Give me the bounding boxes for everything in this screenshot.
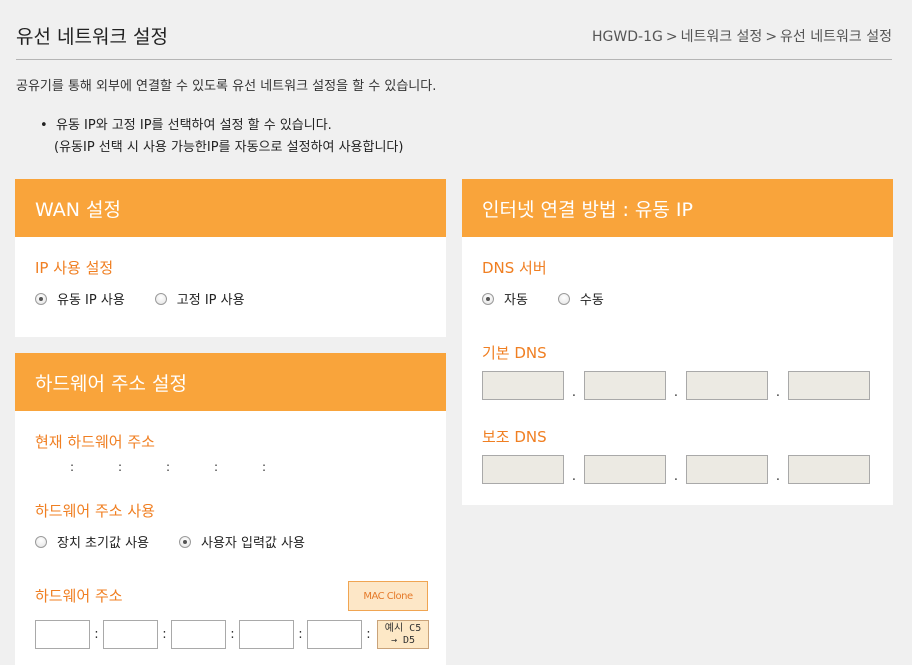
hw-address-input-row: : : : : : 예시 C5 → D5: [35, 620, 429, 649]
dns-dot: .: [673, 469, 679, 484]
primary-dns-octet-input[interactable]: [584, 371, 666, 400]
title-divider: [16, 59, 892, 60]
internet-panel-header: 인터넷 연결 방법 : 유동 IP: [462, 179, 893, 237]
intro-text: 공유기를 통해 외부에 연결할 수 있도록 유선 네트워크 설정을 할 수 있습…: [16, 79, 437, 94]
breadcrumb-item[interactable]: 네트워크 설정: [681, 29, 763, 45]
mac-sep: :: [69, 460, 75, 474]
breadcrumb-sep: >: [665, 29, 678, 45]
dns-dot: .: [775, 385, 781, 400]
static-ip-radio[interactable]: [154, 292, 167, 305]
example-line: → D5: [390, 635, 416, 646]
mac-sep: :: [117, 460, 123, 474]
mac-sep: :: [261, 460, 267, 474]
mac-colon: :: [366, 627, 371, 642]
dns-radio-group: 자동 수동: [482, 289, 634, 308]
breadcrumb-item[interactable]: HGWD-1G: [592, 29, 663, 45]
dynamic-ip-radio[interactable]: [35, 292, 47, 305]
mac-colon: :: [94, 627, 99, 642]
bullet-icon: •: [40, 118, 48, 133]
current-hw-address-value: :::::: [48, 460, 288, 474]
hw-address-use-label: 하드웨어 주소 사용: [35, 502, 155, 520]
mac-sep: :: [213, 460, 219, 474]
dns-auto-radio[interactable]: [482, 292, 494, 305]
note-line: (유동IP 선택 시 사용 가능한IP를 자동으로 설정하여 사용합니다): [54, 140, 404, 155]
hw-address-radio-group: 장치 초기값 사용 사용자 입력값 사용: [35, 532, 335, 551]
mac-clone-button[interactable]: MAC Clone: [348, 581, 428, 611]
mac-colon: :: [162, 627, 167, 642]
dynamic-ip-label: 유동 IP 사용: [57, 293, 125, 308]
hw-panel-header: 하드웨어 주소 설정: [15, 353, 446, 411]
page-title: 유선 네트워크 설정: [16, 26, 168, 48]
primary-dns-octet-input[interactable]: [482, 371, 564, 400]
primary-dns-octet-input[interactable]: [686, 371, 768, 400]
device-default-radio[interactable]: [35, 535, 47, 548]
mac-sep: :: [165, 460, 171, 474]
device-default-label: 장치 초기값 사용: [57, 536, 149, 551]
secondary-dns-octet-input[interactable]: [788, 455, 870, 484]
user-input-radio[interactable]: [179, 535, 191, 548]
breadcrumb: HGWD-1G > 네트워크 설정 > 유선 네트워크 설정: [592, 26, 892, 46]
dns-manual-radio[interactable]: [557, 292, 570, 305]
ip-setting-label: IP 사용 설정: [35, 259, 114, 277]
secondary-dns-label: 보조 DNS: [482, 428, 547, 446]
mac-octet-input[interactable]: [103, 620, 158, 649]
breadcrumb-sep: >: [765, 29, 778, 45]
current-hw-address-label: 현재 하드웨어 주소: [35, 433, 155, 451]
secondary-dns-octet-input[interactable]: [686, 455, 768, 484]
secondary-dns-row: . . .: [482, 455, 870, 484]
dns-dot: .: [775, 469, 781, 484]
static-ip-label: 고정 IP 사용: [176, 293, 245, 308]
secondary-dns-octet-input[interactable]: [482, 455, 564, 484]
dns-manual-label: 수동: [579, 293, 604, 308]
wan-panel-header: WAN 설정: [15, 179, 446, 237]
primary-dns-label: 기본 DNS: [482, 344, 547, 362]
ip-type-radio-group: 유동 IP 사용 고정 IP 사용: [35, 289, 275, 308]
dns-manual-option[interactable]: 수동: [557, 289, 604, 308]
mac-example-hint: 예시 C5 → D5: [377, 620, 429, 649]
mac-octet-input[interactable]: [307, 620, 362, 649]
dns-server-label: DNS 서버: [482, 259, 547, 277]
user-input-label: 사용자 입력값 사용: [201, 536, 305, 551]
secondary-dns-octet-input[interactable]: [584, 455, 666, 484]
dns-dot: .: [571, 385, 577, 400]
mac-colon: :: [298, 627, 303, 642]
mac-octet-input[interactable]: [171, 620, 226, 649]
dynamic-ip-option[interactable]: 유동 IP 사용: [35, 289, 125, 308]
primary-dns-row: . . .: [482, 371, 870, 400]
mac-octet-input[interactable]: [239, 620, 294, 649]
dns-auto-option[interactable]: 자동: [482, 289, 528, 308]
dns-dot: .: [571, 469, 577, 484]
breadcrumb-item: 유선 네트워크 설정: [780, 29, 892, 45]
device-default-option[interactable]: 장치 초기값 사용: [35, 532, 149, 551]
dns-dot: .: [673, 385, 679, 400]
example-line: 예시 C5: [384, 623, 422, 634]
dns-auto-label: 자동: [504, 293, 528, 308]
static-ip-option[interactable]: 고정 IP 사용: [154, 289, 245, 308]
note-line: 유동 IP와 고정 IP를 선택하여 설정 할 수 있습니다.: [56, 118, 332, 133]
user-input-option[interactable]: 사용자 입력값 사용: [179, 532, 305, 551]
mac-octet-input[interactable]: [35, 620, 90, 649]
mac-colon: :: [230, 627, 235, 642]
notes: • 유동 IP와 고정 IP를 선택하여 설정 할 수 있습니다. (유동IP …: [40, 115, 404, 159]
primary-dns-octet-input[interactable]: [788, 371, 870, 400]
hw-address-label: 하드웨어 주소: [35, 587, 123, 605]
